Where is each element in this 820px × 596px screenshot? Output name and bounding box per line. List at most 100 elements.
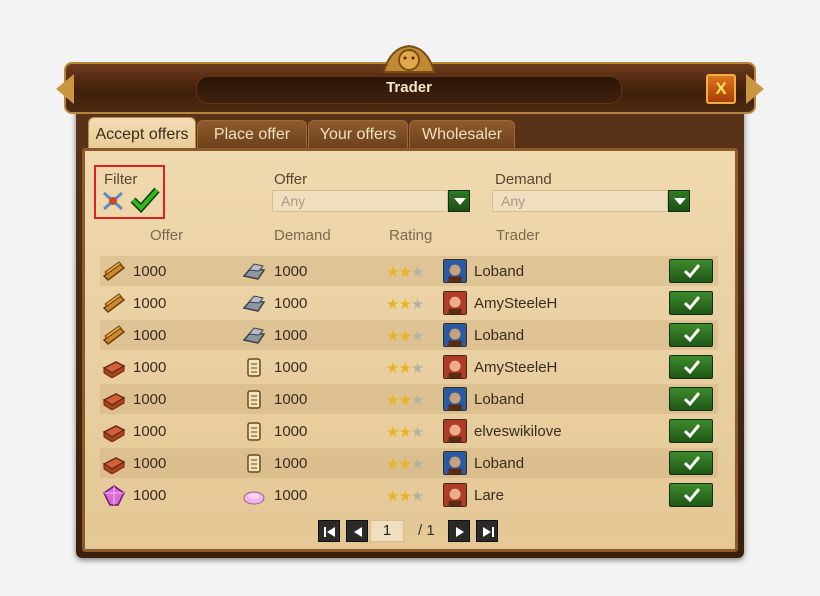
close-button[interactable]: X — [706, 74, 736, 104]
tab-accept-offers[interactable]: Accept offers — [88, 117, 196, 151]
star-icon: ★ — [386, 456, 399, 473]
tab-place-offer[interactable]: Place offer — [197, 120, 307, 150]
trader-avatar[interactable] — [443, 387, 467, 411]
bricks-icon — [102, 457, 126, 474]
offer-dropdown-button[interactable] — [448, 190, 470, 212]
next-page-button[interactable] — [448, 520, 470, 542]
trader-avatar[interactable] — [443, 451, 467, 475]
star-icon: ★ — [398, 392, 411, 409]
checkmark-icon — [684, 264, 700, 278]
star-icon: ★ — [398, 488, 411, 505]
accept-offer-button[interactable] — [669, 259, 713, 283]
star-icon: ★ — [410, 328, 424, 345]
bricks-icon — [102, 393, 126, 410]
star-icon: ★ — [410, 360, 424, 377]
star-icon: ★ — [410, 264, 424, 281]
offer-amount: 1000 — [133, 295, 167, 312]
table-row: 1000 1000 ★★★ elveswikilove — [100, 416, 718, 446]
rating-stars: ★★★ — [386, 263, 424, 281]
checkmark-icon — [684, 424, 700, 438]
scroll-icon — [247, 390, 261, 409]
previous-page-button[interactable] — [346, 520, 368, 542]
demand-amount: 1000 — [274, 295, 308, 312]
star-icon: ★ — [410, 456, 424, 473]
star-icon: ★ — [386, 264, 399, 281]
column-header-trader: Trader — [496, 227, 540, 244]
scroll-icon — [247, 454, 261, 473]
window-title: Trader — [386, 79, 432, 96]
trader-avatar[interactable] — [443, 291, 467, 315]
trader-name[interactable]: AmySteeleH — [474, 295, 557, 312]
column-header-offer: Offer — [150, 227, 184, 244]
offer-amount: 1000 — [133, 423, 167, 440]
accept-offer-button[interactable] — [669, 291, 713, 315]
demand-amount: 1000 — [274, 327, 308, 344]
first-page-button[interactable] — [318, 520, 340, 542]
table-row: 1000 1000 ★★★ Loband — [100, 320, 718, 350]
checkmark-icon — [684, 392, 700, 406]
star-icon: ★ — [386, 392, 399, 409]
trader-avatar[interactable] — [443, 323, 467, 347]
star-icon: ★ — [398, 296, 411, 313]
scroll-icon — [247, 358, 261, 377]
silk-icon — [243, 491, 265, 505]
offer-amount: 1000 — [133, 263, 167, 280]
crossed-swords-icon[interactable] — [101, 190, 125, 212]
trader-name[interactable]: Lare — [474, 487, 504, 504]
planks-icon — [102, 261, 126, 281]
trader-name[interactable]: elveswikilove — [474, 423, 562, 440]
demand-select[interactable]: Any — [492, 190, 668, 212]
accept-offer-button[interactable] — [669, 419, 713, 443]
scroll-icon — [247, 422, 261, 441]
column-header-demand: Demand — [274, 227, 331, 244]
page-number-input[interactable]: 1 — [370, 520, 404, 542]
demand-filter-label: Demand — [495, 171, 552, 188]
table-row: 1000 1000 ★★★ Loband — [100, 448, 718, 478]
trader-avatar[interactable] — [443, 483, 467, 507]
star-icon: ★ — [386, 328, 399, 345]
star-icon: ★ — [410, 392, 424, 409]
trader-name[interactable]: Loband — [474, 455, 524, 472]
accept-offer-button[interactable] — [669, 483, 713, 507]
trader-dialog: Trader X Accept offers Place offer Your … — [0, 0, 820, 596]
demand-amount: 1000 — [274, 263, 308, 280]
star-icon: ★ — [386, 296, 399, 313]
accept-offer-button[interactable] — [669, 451, 713, 475]
last-page-button[interactable] — [476, 520, 498, 542]
steel-icon — [242, 295, 266, 312]
trader-name[interactable]: Loband — [474, 327, 524, 344]
star-icon: ★ — [398, 360, 411, 377]
rating-stars: ★★★ — [386, 487, 424, 505]
filter-label: Filter — [104, 171, 138, 188]
rating-stars: ★★★ — [386, 423, 424, 441]
demand-amount: 1000 — [274, 423, 308, 440]
trader-name[interactable]: AmySteeleH — [474, 359, 557, 376]
trader-name[interactable]: Loband — [474, 263, 524, 280]
star-icon: ★ — [398, 328, 411, 345]
rating-stars: ★★★ — [386, 455, 424, 473]
demand-dropdown-button[interactable] — [668, 190, 690, 212]
demand-amount: 1000 — [274, 359, 308, 376]
checkmark-icon — [684, 360, 700, 374]
star-icon: ★ — [410, 488, 424, 505]
star-icon: ★ — [410, 296, 424, 313]
tab-your-offers[interactable]: Your offers — [308, 120, 408, 150]
offer-amount: 1000 — [133, 327, 167, 344]
accept-offer-button[interactable] — [669, 387, 713, 411]
checkmark-icon — [684, 456, 700, 470]
star-icon: ★ — [398, 264, 411, 281]
trader-avatar[interactable] — [443, 419, 467, 443]
rating-stars: ★★★ — [386, 295, 424, 313]
offer-amount: 1000 — [133, 359, 167, 376]
accept-offer-button[interactable] — [669, 355, 713, 379]
trader-name[interactable]: Loband — [474, 391, 524, 408]
star-icon: ★ — [386, 360, 399, 377]
trader-avatar[interactable] — [443, 355, 467, 379]
offer-select[interactable]: Any — [272, 190, 448, 212]
checkmark-icon[interactable] — [130, 187, 160, 213]
accept-offer-button[interactable] — [669, 323, 713, 347]
table-row: 1000 1000 ★★★ Lare — [100, 480, 718, 510]
trader-avatar[interactable] — [443, 259, 467, 283]
rating-stars: ★★★ — [386, 359, 424, 377]
tab-wholesaler[interactable]: Wholesaler — [409, 120, 515, 150]
